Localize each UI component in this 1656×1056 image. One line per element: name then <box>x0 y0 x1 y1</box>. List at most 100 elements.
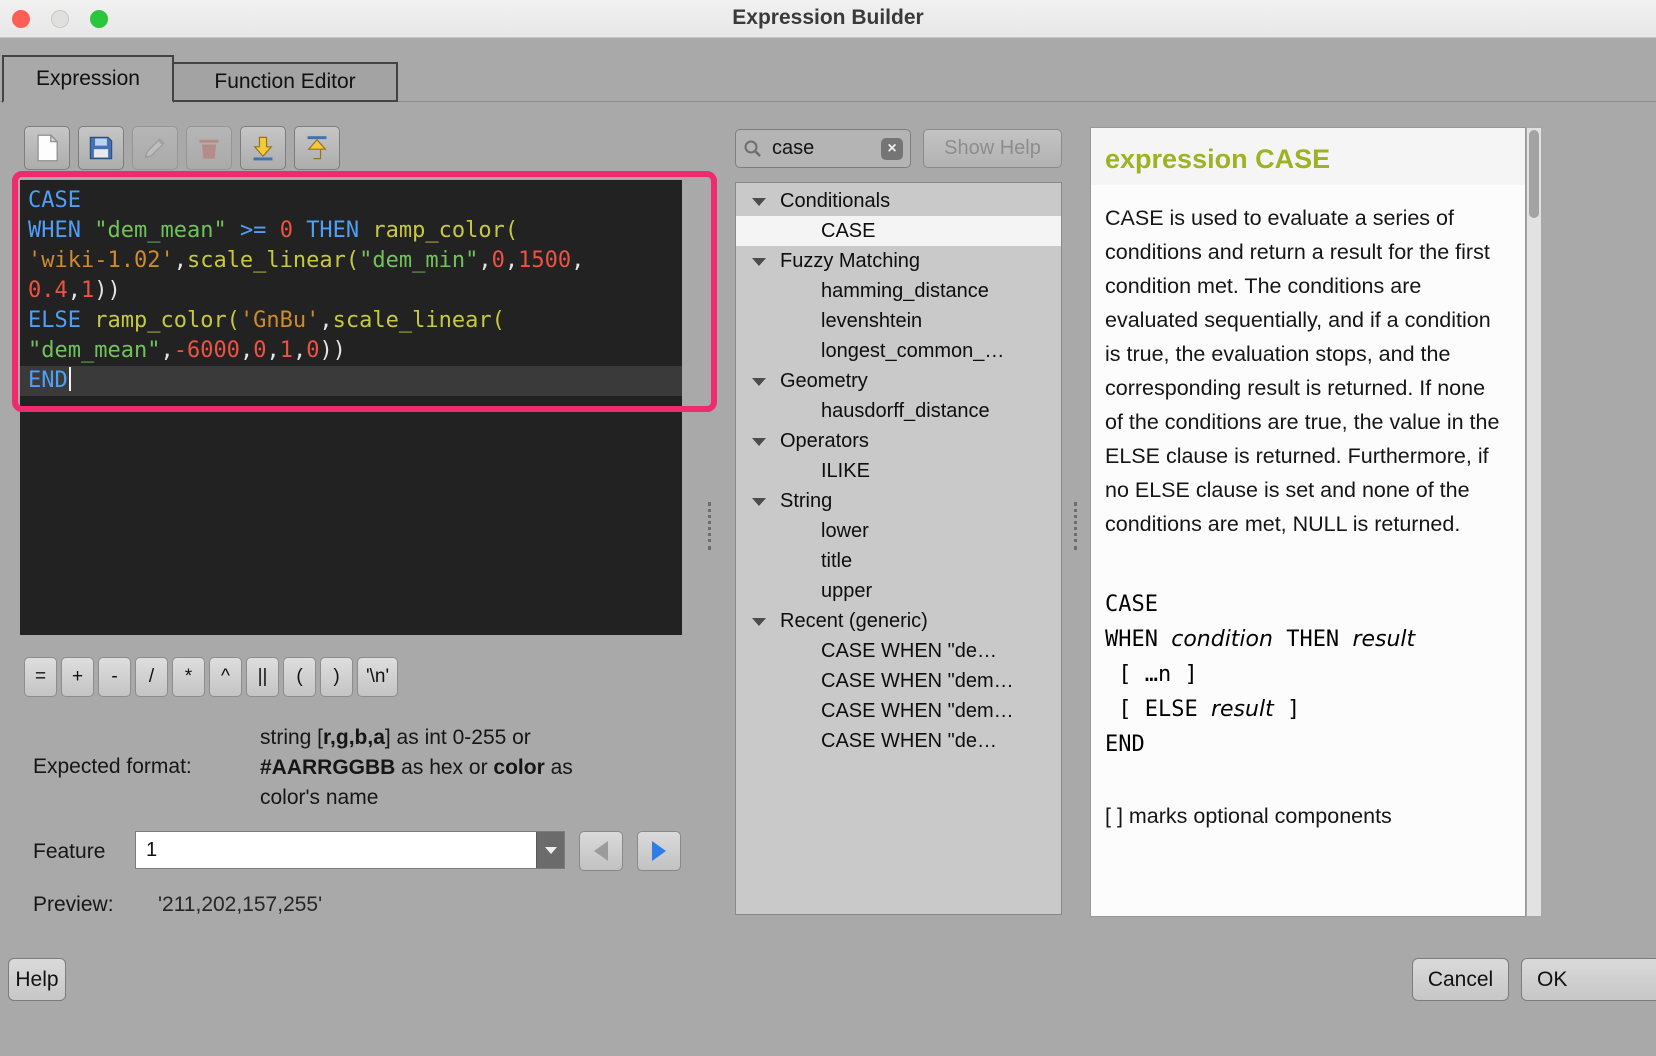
tree-group-recent-generic[interactable]: Recent (generic) <box>736 606 1061 636</box>
syntax-line: END <box>1105 727 1507 762</box>
syntax-line: WHEN condition THEN result <box>1105 622 1507 657</box>
tree-item-longest-common[interactable]: longest_common_… <box>736 336 1061 366</box>
operator-button-minus[interactable]: - <box>98 657 131 697</box>
arrow-left-icon <box>594 841 608 861</box>
splitter-handle-left[interactable] <box>708 502 714 550</box>
operator-button-equals[interactable]: = <box>24 657 57 697</box>
expression-code-editor[interactable]: CASEWHEN "dem_mean" >= 0 THEN ramp_color… <box>20 180 682 635</box>
tree-group-fuzzy-matching[interactable]: Fuzzy Matching <box>736 246 1061 276</box>
import-expression-button[interactable] <box>240 126 286 170</box>
operator-button-newline[interactable]: '\n' <box>357 657 398 697</box>
tree-item-hausdorff-distance[interactable]: hausdorff_distance <box>736 396 1061 426</box>
tree-group-conditionals[interactable]: Conditionals <box>736 186 1061 216</box>
operator-button-concatenate[interactable]: || <box>246 657 279 697</box>
previous-feature-button[interactable] <box>579 831 623 871</box>
text-cursor <box>69 367 71 391</box>
tree-item-ilike[interactable]: ILIKE <box>736 456 1061 486</box>
tree-item-label: CASE WHEN "de… <box>821 730 997 753</box>
tree-item-case-when-de[interactable]: CASE WHEN "de… <box>736 636 1061 666</box>
tree-item-label: Recent (generic) <box>780 610 928 633</box>
expected-format-label: Expected format: <box>33 755 192 779</box>
expand-triangle-icon[interactable] <box>752 618 766 626</box>
tree-item-label: levenshtein <box>821 310 922 333</box>
operator-button-open-paren[interactable]: ( <box>283 657 316 697</box>
chevron-down-icon <box>545 847 557 854</box>
tree-item-case-when-dem-17[interactable]: CASE WHEN "dem… <box>736 696 1061 726</box>
export-expression-button[interactable] <box>294 126 340 170</box>
next-feature-button[interactable] <box>637 831 681 871</box>
tree-item-label: title <box>821 550 852 573</box>
expected-format-line: color's name <box>260 783 573 813</box>
feature-dropdown-button[interactable] <box>536 832 564 868</box>
code-line: "dem_mean",-6000,0,1,0)) <box>20 336 682 366</box>
expand-triangle-icon[interactable] <box>752 198 766 206</box>
pencil-icon <box>142 135 168 161</box>
save-expression-button[interactable] <box>78 126 124 170</box>
tree-item-label: upper <box>821 580 872 603</box>
search-icon <box>743 139 763 159</box>
search-input[interactable] <box>763 137 881 160</box>
expected-format-line: string [r,g,b,a] as int 0-255 or <box>260 723 573 753</box>
tree-item-hamming-distance[interactable]: hamming_distance <box>736 276 1061 306</box>
tree-item-label: longest_common_… <box>821 340 1004 363</box>
syntax-line: CASE <box>1105 587 1507 622</box>
help-button[interactable]: Help <box>8 958 66 1001</box>
tree-item-case-when-de-18[interactable]: CASE WHEN "de… <box>736 726 1061 756</box>
operator-button-row: =+-/*^||()'\n' <box>24 657 398 697</box>
splitter-handle-right[interactable] <box>1074 502 1080 550</box>
expand-triangle-icon[interactable] <box>752 258 766 266</box>
feature-combobox[interactable]: 1 <box>135 831 565 869</box>
tree-item-levenshtein[interactable]: levenshtein <box>736 306 1061 336</box>
tree-item-label: CASE <box>821 220 875 243</box>
tab-expression[interactable]: Expression <box>2 55 174 103</box>
cancel-button[interactable]: Cancel <box>1412 958 1509 1001</box>
expected-format-text: string [r,g,b,a] as int 0-255 or#AARRGGB… <box>260 723 573 813</box>
code-line: 0.4,1)) <box>20 276 682 306</box>
tab-function-editor[interactable]: Function Editor <box>174 62 398 102</box>
tree-item-label: CASE WHEN "de… <box>821 640 997 663</box>
operator-button-multiply[interactable]: * <box>172 657 205 697</box>
new-expression-button[interactable] <box>24 126 70 170</box>
syntax-line: [ …n ] <box>1105 657 1507 692</box>
tree-item-label: ILIKE <box>821 460 870 483</box>
help-panel: expression CASE CASE is used to evaluate… <box>1090 127 1526 917</box>
syntax-line: [ ELSE result ] <box>1105 692 1507 727</box>
tree-item-lower[interactable]: lower <box>736 516 1061 546</box>
expected-format-line: #AARRGGBB as hex or color as <box>260 753 573 783</box>
clear-search-button[interactable]: × <box>881 138 903 160</box>
operator-button-power[interactable]: ^ <box>209 657 242 697</box>
edit-expression-button <box>132 126 178 170</box>
function-tree: Conditionals CASE Fuzzy Matching hamming_di… <box>735 182 1062 915</box>
help-scrollbar[interactable] <box>1526 127 1542 917</box>
titlebar: Expression Builder <box>0 0 1656 38</box>
tree-item-label: hausdorff_distance <box>821 400 990 423</box>
tree-group-geometry[interactable]: Geometry <box>736 366 1061 396</box>
delete-expression-button <box>186 126 232 170</box>
tree-group-operators[interactable]: Operators <box>736 426 1061 456</box>
close-icon: × <box>887 140 896 158</box>
feature-value: 1 <box>136 832 536 868</box>
expression-builder-dialog: Expression Builder Expression Function E… <box>0 0 1656 1056</box>
expand-triangle-icon[interactable] <box>752 498 766 506</box>
tree-group-string[interactable]: String <box>736 486 1061 516</box>
expand-triangle-icon[interactable] <box>752 378 766 386</box>
tree-item-case[interactable]: CASE <box>736 216 1061 246</box>
new-file-icon <box>34 134 60 162</box>
operator-button-plus[interactable]: + <box>61 657 94 697</box>
ok-button[interactable]: OK <box>1521 958 1656 1001</box>
show-help-button[interactable]: Show Help <box>923 129 1062 168</box>
help-syntax-note: [ ] marks optional components <box>1105 804 1507 829</box>
expand-triangle-icon[interactable] <box>752 438 766 446</box>
operator-button-divide[interactable]: / <box>135 657 168 697</box>
tree-item-case-when-dem[interactable]: CASE WHEN "dem… <box>736 666 1061 696</box>
tree-item-upper[interactable]: upper <box>736 576 1061 606</box>
operator-button-close-paren[interactable]: ) <box>320 657 353 697</box>
function-search-box[interactable]: × <box>735 129 911 168</box>
expression-toolbar <box>24 126 340 170</box>
scrollbar-thumb[interactable] <box>1529 130 1539 218</box>
feature-label: Feature <box>33 840 105 864</box>
help-description: CASE is used to evaluate a series of con… <box>1105 201 1507 541</box>
tree-item-label: hamming_distance <box>821 280 989 303</box>
tree-item-title[interactable]: title <box>736 546 1061 576</box>
window-title: Expression Builder <box>0 6 1656 30</box>
